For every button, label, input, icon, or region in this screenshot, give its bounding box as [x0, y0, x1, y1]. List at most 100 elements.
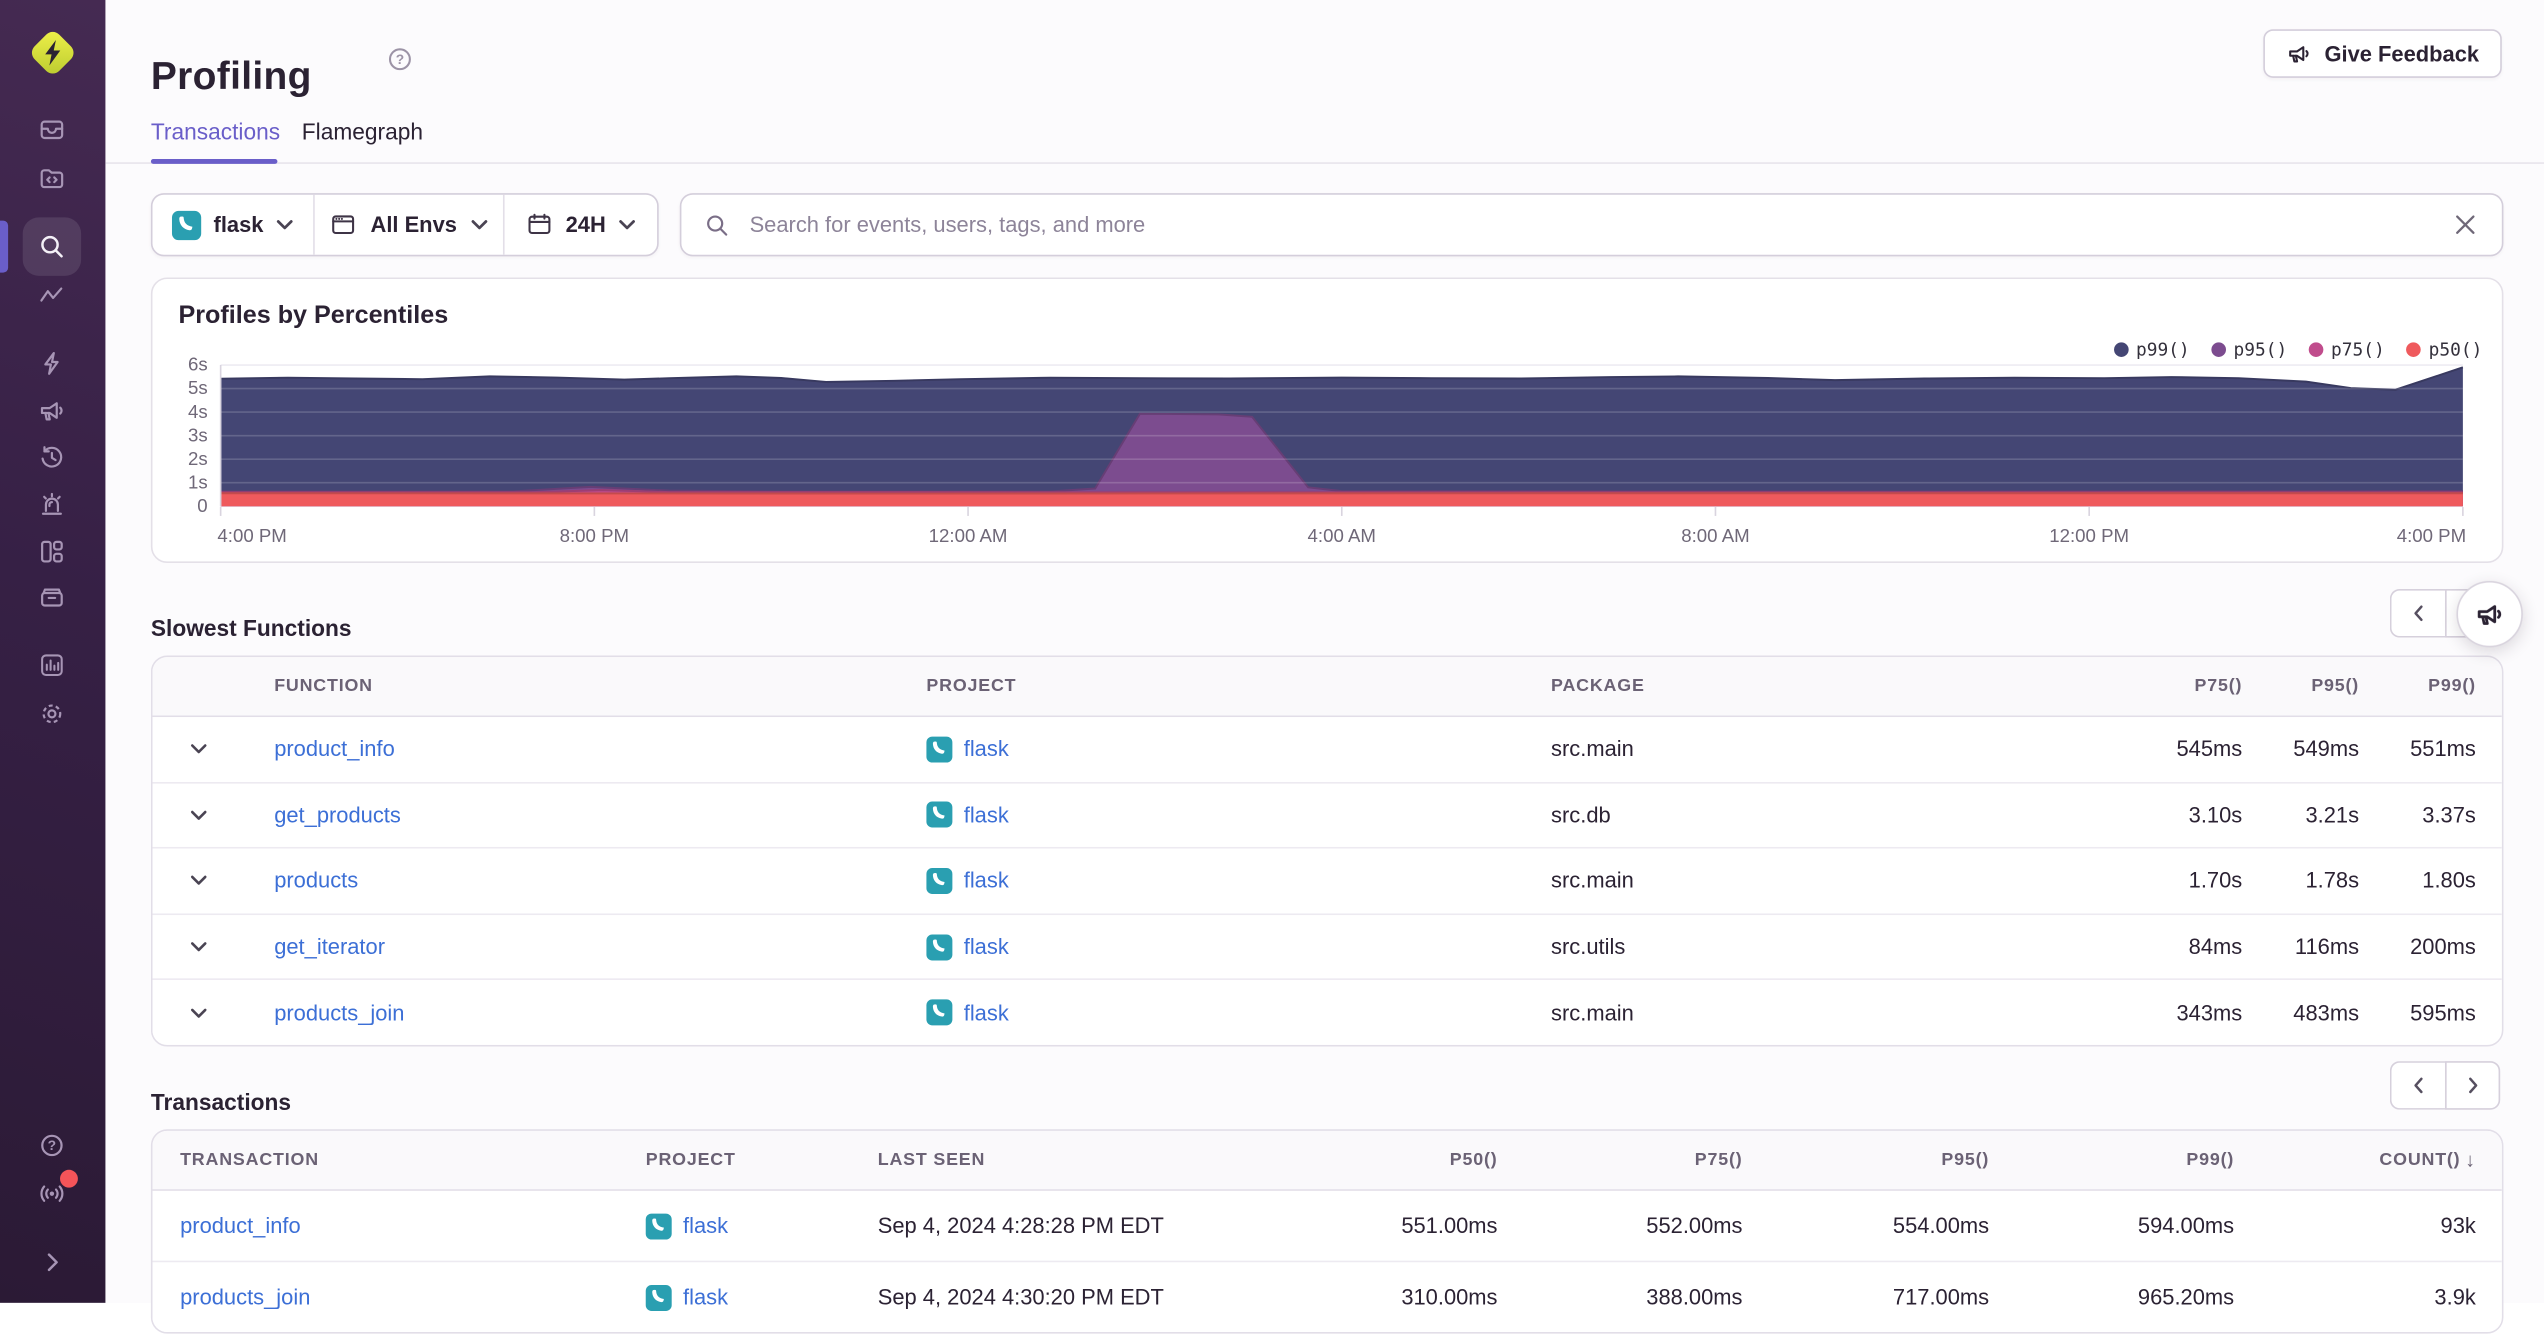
code-folder-icon [40, 169, 64, 189]
chevron-down-icon [190, 744, 207, 754]
package-cell: src.main [1551, 1000, 1634, 1025]
environment-filter[interactable]: All Envs [313, 194, 505, 255]
megaphone-icon [2288, 46, 2309, 63]
project-link[interactable]: flask [964, 737, 1009, 761]
archive-box-icon [41, 588, 63, 607]
search-input[interactable] [746, 210, 2455, 239]
give-feedback-button[interactable]: Give Feedback [2262, 29, 2502, 78]
prev-page-button[interactable] [2389, 1061, 2446, 1110]
sidebar-collapse-button[interactable] [37, 1248, 66, 1277]
function-link[interactable]: get_iterator [274, 935, 385, 959]
sidebar-item-projects[interactable] [37, 164, 66, 193]
chevron-down-icon [470, 220, 487, 230]
p95-value: 3.21s [2305, 802, 2360, 828]
sidebar-item-settings[interactable] [37, 699, 66, 728]
svg-text:4:00 PM: 4:00 PM [2397, 525, 2466, 546]
tab-transactions[interactable]: Transactions [151, 118, 280, 144]
project-link[interactable]: flask [964, 803, 1009, 827]
floating-feedback-button[interactable] [2456, 580, 2523, 648]
sidebar-item-alerts[interactable] [37, 490, 66, 519]
chevron-left-icon [2413, 1077, 2422, 1094]
expand-row-button[interactable] [153, 981, 245, 1045]
slowest-function-row: products flask src.main 1.70s 1.78s 1.80… [152, 847, 2502, 914]
sidebar-item-user-feedback[interactable] [37, 396, 66, 425]
expand-row-button[interactable] [153, 717, 245, 781]
function-link[interactable]: product_info [274, 737, 395, 761]
col-p95: P95() [1941, 1150, 1990, 1170]
transaction-link[interactable]: products_join [180, 1285, 310, 1309]
project-link[interactable]: flask [683, 1214, 728, 1238]
lightning-icon [44, 351, 59, 375]
transactions-table: TRANSACTION PROJECT LAST SEEN P50() P75(… [150, 1129, 2504, 1334]
col-function: FUNCTION [274, 676, 373, 697]
function-link[interactable]: products [274, 869, 358, 893]
col-count-sort[interactable]: COUNT() ↓ [2234, 1149, 2476, 1172]
chevron-down-icon [619, 220, 636, 230]
sidebar-item-replays[interactable] [37, 443, 66, 472]
p50-value: 310.00ms [1401, 1284, 1498, 1310]
function-link[interactable]: products_join [274, 1001, 404, 1025]
chevron-down-icon [190, 810, 207, 820]
last-seen-cell: Sep 4, 2024 4:30:20 PM EDT [877, 1284, 1164, 1310]
slowest-functions-table-header: FUNCTION PROJECT PACKAGE P75() P95() P99… [152, 657, 2502, 718]
function-link[interactable]: get_products [274, 803, 401, 827]
expand-row-button[interactable] [153, 915, 245, 979]
col-p99: P99() [2186, 1150, 2235, 1170]
last-seen-cell: Sep 4, 2024 4:28:28 PM EDT [877, 1213, 1164, 1238]
active-item-indicator [0, 220, 9, 273]
col-p50: P50() [1449, 1150, 1498, 1170]
sidebar-item-dashboards[interactable] [37, 537, 66, 566]
calendar-icon [527, 213, 550, 235]
sidebar-item-search[interactable] [37, 232, 66, 261]
sidebar-item-issues[interactable] [37, 115, 66, 144]
slowest-function-row: get_iterator flask src.utils 84ms 116ms … [152, 913, 2502, 979]
chevron-down-icon [277, 220, 294, 230]
page-help-icon[interactable]: ? [386, 45, 414, 73]
svg-text:4:00 AM: 4:00 AM [1308, 525, 1376, 546]
col-p75: P75() [1694, 1150, 1743, 1170]
col-p99: P99() [2428, 676, 2476, 697]
percentiles-area-chart[interactable]: 4:00 PM 8:00 PM 12:00 AM 4:00 AM 8:00 AM 12:0… [153, 279, 2502, 561]
svg-text:1s: 1s [188, 471, 208, 492]
project-link[interactable]: flask [964, 1001, 1009, 1025]
dashboard-layout-icon [41, 540, 63, 563]
expand-row-button[interactable] [153, 783, 245, 847]
project-link[interactable]: flask [964, 935, 1009, 959]
flask-project-icon [926, 736, 953, 763]
next-page-button[interactable] [2445, 1061, 2501, 1110]
main-content: Profiling ? Give Feedback Transactions F… [105, 0, 2544, 1334]
environment-filter-label: All Envs [370, 212, 457, 237]
sidebar-item-metrics[interactable] [37, 281, 66, 310]
profiles-by-percentiles-panel: Profiles by Percentiles p99() p95() p75() p… [150, 277, 2504, 563]
p95-value: 483ms [2293, 1000, 2360, 1025]
p75-value: 343ms [2176, 1000, 2243, 1025]
svg-text:0: 0 [197, 495, 207, 516]
expand-row-button[interactable] [153, 849, 245, 913]
date-range-filter-label: 24H [565, 212, 606, 237]
project-cell: flask [897, 933, 1522, 960]
p99-value: 3.37s [2422, 802, 2476, 828]
sidebar-item-stats[interactable] [37, 651, 66, 680]
transactions-heading: Transactions [150, 1088, 292, 1114]
date-range-filter[interactable]: 24H [505, 195, 658, 255]
sentry-logo[interactable] [26, 26, 80, 80]
project-link[interactable]: flask [964, 869, 1009, 893]
gear-icon [42, 704, 62, 724]
megaphone-icon [40, 402, 63, 421]
package-cell: src.main [1551, 737, 1634, 762]
clear-search-icon[interactable] [2455, 214, 2476, 235]
svg-text:12:00 PM: 12:00 PM [2049, 525, 2129, 546]
sidebar-item-releases[interactable] [37, 582, 66, 611]
svg-text:6s: 6s [188, 354, 208, 375]
transaction-link[interactable]: product_info [180, 1214, 301, 1238]
chevron-right-icon [47, 1253, 58, 1272]
project-link[interactable]: flask [683, 1285, 728, 1309]
sidebar-item-launch[interactable] [37, 349, 66, 378]
tab-flamegraph[interactable]: Flamegraph [302, 118, 423, 144]
sidebar-help-button[interactable]: ? [37, 1131, 66, 1160]
p75-value: 552.00ms [1646, 1213, 1743, 1238]
prev-page-button[interactable] [2389, 588, 2446, 638]
notification-dot [60, 1169, 78, 1188]
project-filter[interactable]: flask [153, 195, 314, 255]
p99-value: 200ms [2410, 934, 2476, 959]
